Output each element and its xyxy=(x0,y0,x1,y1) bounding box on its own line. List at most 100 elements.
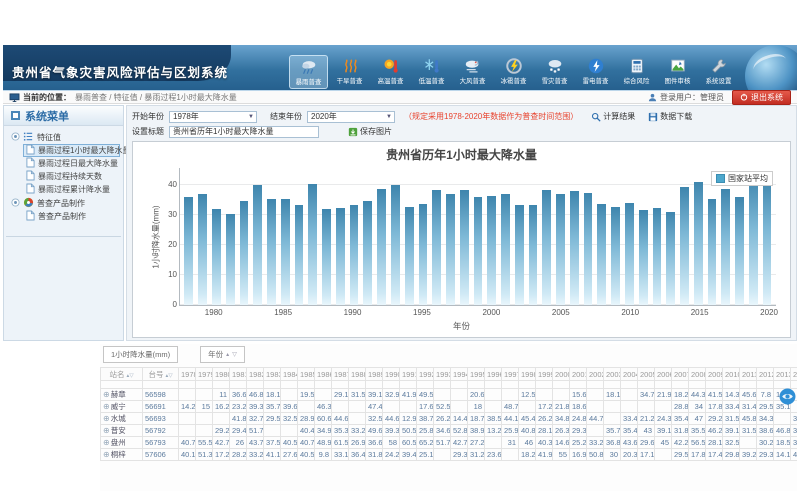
save-image-button[interactable]: 保存图片 xyxy=(348,126,392,137)
nav-item-thunder[interactable]: 雷电普查 xyxy=(576,55,615,89)
bar-rect xyxy=(680,187,689,305)
col-header-year[interactable]: 1992 xyxy=(417,368,434,381)
expand-row-icon[interactable]: ⊕ xyxy=(103,426,110,435)
expand-row-icon[interactable]: ⊕ xyxy=(103,402,110,411)
expander-icon[interactable] xyxy=(11,198,20,209)
value-cell: 41.8 xyxy=(230,413,247,425)
value-cell xyxy=(655,401,672,413)
value-cell: 13.2 xyxy=(485,425,502,437)
col-header-year[interactable]: 1982 xyxy=(247,368,264,381)
col-header-year[interactable]: 2005 xyxy=(638,368,655,381)
col-header-year[interactable]: 1989 xyxy=(366,368,383,381)
expand-row-icon[interactable]: ⊕ xyxy=(103,414,110,423)
tree-node-0[interactable]: 特征值 xyxy=(7,131,120,144)
col-header-year[interactable]: 1999 xyxy=(536,368,553,381)
tree-leaf[interactable]: 暴雨过程1小时最大降水量 xyxy=(23,144,120,157)
col-header-year[interactable]: 1997 xyxy=(502,368,519,381)
filter-icon[interactable]: ▽ xyxy=(232,351,237,358)
col-header-year[interactable]: 1985 xyxy=(298,368,315,381)
end-year-select[interactable]: 2020年 ▼ xyxy=(307,111,395,123)
col-header-year[interactable]: 2004 xyxy=(621,368,638,381)
value-cell: 51.3 xyxy=(196,449,213,461)
nav-item-settings[interactable]: 系统设置 xyxy=(699,55,738,89)
col-header-year[interactable]: 2014 xyxy=(791,368,798,381)
value-cell xyxy=(502,449,519,461)
bar-rect xyxy=(336,208,345,305)
nav-item-hail[interactable]: 冰雹普查 xyxy=(494,55,533,89)
breadcrumb-location-label: 当前的位置： xyxy=(23,92,71,103)
col-header-year[interactable]: 1994 xyxy=(451,368,468,381)
tree-node-1[interactable]: 普查产品制作 xyxy=(7,197,120,210)
expand-row-icon[interactable]: ⊕ xyxy=(103,450,110,459)
col-header-year[interactable]: 1996 xyxy=(485,368,502,381)
value-cell: 24.8 xyxy=(570,413,587,425)
col-header-name[interactable]: 站名 ▴▽ xyxy=(101,368,143,381)
filter-icon[interactable]: ▽ xyxy=(168,373,172,379)
col-header-year[interactable]: 1991 xyxy=(400,368,417,381)
col-header-id[interactable]: 台号 ▴▽ xyxy=(143,368,179,381)
col-header-year[interactable]: 2000 xyxy=(553,368,570,381)
value-cell: 17.8 xyxy=(689,449,706,461)
col-header-year[interactable]: 2007 xyxy=(672,368,689,381)
nav-item-snow[interactable]: 雪灾普查 xyxy=(535,55,574,89)
value-cell: 17.1 xyxy=(638,449,655,461)
col-header-year[interactable]: 2001 xyxy=(570,368,587,381)
col-header-year[interactable]: 2002 xyxy=(587,368,604,381)
value-cell: 29.2 xyxy=(706,413,723,425)
start-year-select[interactable]: 1978年 ▼ xyxy=(169,111,257,123)
col-header-year[interactable]: 2010 xyxy=(723,368,740,381)
column-field-box[interactable]: 年份 ▴ ▽ xyxy=(200,346,245,363)
col-header-year[interactable]: 1990 xyxy=(383,368,400,381)
col-header-year[interactable]: 1993 xyxy=(434,368,451,381)
nav-item-rainstorm[interactable]: 暴雨普查 xyxy=(289,55,328,89)
tree-node-label: 普查产品制作 xyxy=(37,198,85,209)
col-header-year[interactable]: 2011 xyxy=(740,368,757,381)
bar-rect xyxy=(198,194,207,305)
logout-button[interactable]: 退出系统 xyxy=(732,90,791,105)
nav-item-heat[interactable]: 高温普查 xyxy=(371,55,410,89)
nav-item-lowtemp[interactable]: 低温普查 xyxy=(412,55,451,89)
floating-assistant-icon[interactable] xyxy=(779,388,796,405)
col-header-year[interactable]: 2012 xyxy=(757,368,774,381)
col-header-year[interactable]: 2008 xyxy=(689,368,706,381)
col-header-year[interactable]: 1987 xyxy=(332,368,349,381)
measure-field-box[interactable]: 1小时降水量(mm) xyxy=(103,346,178,363)
col-header-year[interactable]: 2013 xyxy=(774,368,791,381)
col-header-year[interactable]: 2006 xyxy=(655,368,672,381)
breadcrumb-path[interactable]: 暴雨普查 / 特征值 / 暴雨过程1小时最大降水量 xyxy=(75,92,237,103)
tree-leaf[interactable]: 暴雨过程累计降水量 xyxy=(23,183,120,196)
nav-item-wind[interactable]: 大风普查 xyxy=(453,55,492,89)
filter-icon[interactable]: ▽ xyxy=(129,373,133,379)
expand-row-icon[interactable]: ⊕ xyxy=(103,390,110,399)
col-header-year[interactable]: 1986 xyxy=(315,368,332,381)
tree-leaf[interactable]: 暴雨过程日最大降水量 xyxy=(23,157,120,170)
chart-title-input[interactable] xyxy=(169,126,319,138)
tree-leaf[interactable]: 普查产品制作 xyxy=(23,210,120,223)
col-header-year[interactable]: 1980 xyxy=(213,368,230,381)
col-header-year[interactable]: 2009 xyxy=(706,368,723,381)
bar-2002 xyxy=(512,168,526,305)
sort-asc-icon[interactable]: ▴ xyxy=(226,351,229,358)
col-header-year[interactable]: 1995 xyxy=(468,368,485,381)
col-header-year[interactable]: 1979 xyxy=(196,368,213,381)
calc-result-button[interactable]: 计算结果 xyxy=(591,111,635,122)
nav-item-review[interactable]: 图件审核 xyxy=(658,55,697,89)
value-cell: 48.9 xyxy=(315,437,332,449)
expander-icon[interactable] xyxy=(11,132,20,143)
col-header-year[interactable]: 1978 xyxy=(179,368,196,381)
value-cell xyxy=(740,437,757,449)
nav-item-risk[interactable]: 综合风险 xyxy=(617,55,656,89)
expand-row-icon[interactable]: ⊕ xyxy=(103,438,110,447)
col-header-year[interactable]: 1984 xyxy=(281,368,298,381)
col-header-year[interactable]: 1988 xyxy=(349,368,366,381)
tree-leaf[interactable]: 暴雨过程持续天数 xyxy=(23,170,120,183)
value-cell: 52.5 xyxy=(434,401,451,413)
value-cell: 38.9 xyxy=(468,425,485,437)
col-header-year[interactable]: 1983 xyxy=(264,368,281,381)
nav-item-drought[interactable]: 干旱普查 xyxy=(330,55,369,89)
col-header-year[interactable]: 2003 xyxy=(604,368,621,381)
data-download-button[interactable]: 数据下载 xyxy=(648,111,692,122)
col-header-year[interactable]: 1981 xyxy=(230,368,247,381)
col-header-year[interactable]: 1998 xyxy=(519,368,536,381)
value-cell: 33.1 xyxy=(332,449,349,461)
